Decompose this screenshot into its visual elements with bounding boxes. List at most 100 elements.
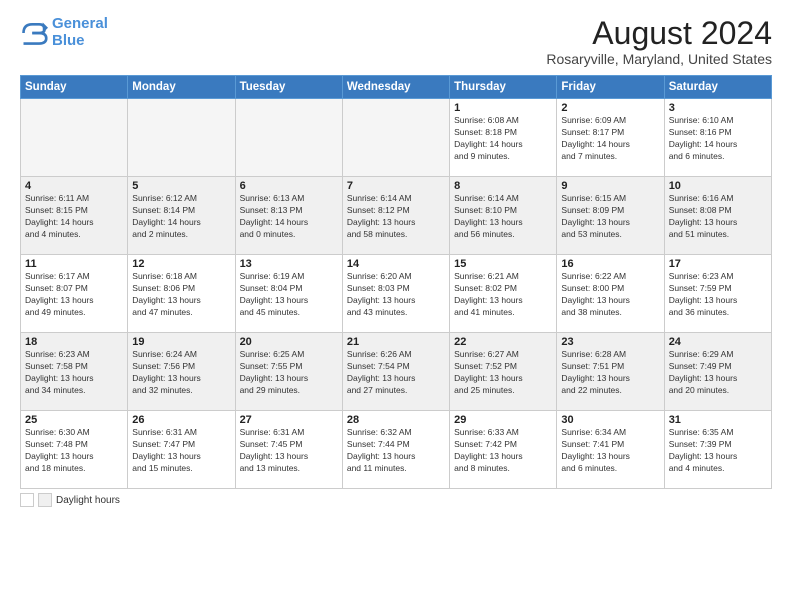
day-info: Sunrise: 6:35 AM Sunset: 7:39 PM Dayligh…: [669, 427, 767, 475]
calendar-cell: 9Sunrise: 6:15 AM Sunset: 8:09 PM Daylig…: [557, 177, 664, 255]
legend-label: Daylight hours: [56, 495, 120, 506]
weekday-header: Thursday: [450, 76, 557, 99]
calendar-cell: 1Sunrise: 6:08 AM Sunset: 8:18 PM Daylig…: [450, 99, 557, 177]
day-number: 18: [25, 336, 123, 348]
day-info: Sunrise: 6:14 AM Sunset: 8:12 PM Dayligh…: [347, 193, 445, 241]
day-number: 22: [454, 336, 552, 348]
day-info: Sunrise: 6:19 AM Sunset: 8:04 PM Dayligh…: [240, 271, 338, 319]
day-number: 1: [454, 102, 552, 114]
day-info: Sunrise: 6:20 AM Sunset: 8:03 PM Dayligh…: [347, 271, 445, 319]
day-number: 17: [669, 258, 767, 270]
logo: General Blue: [20, 16, 108, 49]
weekday-header: Tuesday: [235, 76, 342, 99]
day-number: 19: [132, 336, 230, 348]
footer: Daylight hours: [20, 493, 772, 507]
day-info: Sunrise: 6:31 AM Sunset: 7:47 PM Dayligh…: [132, 427, 230, 475]
day-number: 24: [669, 336, 767, 348]
day-number: 20: [240, 336, 338, 348]
day-number: 29: [454, 414, 552, 426]
calendar-cell: 24Sunrise: 6:29 AM Sunset: 7:49 PM Dayli…: [664, 333, 771, 411]
calendar-cell: 30Sunrise: 6:34 AM Sunset: 7:41 PM Dayli…: [557, 411, 664, 489]
day-info: Sunrise: 6:08 AM Sunset: 8:18 PM Dayligh…: [454, 115, 552, 163]
day-info: Sunrise: 6:21 AM Sunset: 8:02 PM Dayligh…: [454, 271, 552, 319]
day-info: Sunrise: 6:30 AM Sunset: 7:48 PM Dayligh…: [25, 427, 123, 475]
day-info: Sunrise: 6:23 AM Sunset: 7:59 PM Dayligh…: [669, 271, 767, 319]
calendar-cell: 23Sunrise: 6:28 AM Sunset: 7:51 PM Dayli…: [557, 333, 664, 411]
calendar-cell: 3Sunrise: 6:10 AM Sunset: 8:16 PM Daylig…: [664, 99, 771, 177]
calendar-cell: 22Sunrise: 6:27 AM Sunset: 7:52 PM Dayli…: [450, 333, 557, 411]
day-number: 27: [240, 414, 338, 426]
calendar-cell: 11Sunrise: 6:17 AM Sunset: 8:07 PM Dayli…: [21, 255, 128, 333]
calendar-week-row: 18Sunrise: 6:23 AM Sunset: 7:58 PM Dayli…: [21, 333, 772, 411]
weekday-header-row: SundayMondayTuesdayWednesdayThursdayFrid…: [21, 76, 772, 99]
calendar-cell: 18Sunrise: 6:23 AM Sunset: 7:58 PM Dayli…: [21, 333, 128, 411]
day-info: Sunrise: 6:32 AM Sunset: 7:44 PM Dayligh…: [347, 427, 445, 475]
day-number: 15: [454, 258, 552, 270]
logo-line2: Blue: [52, 32, 85, 49]
day-number: 11: [25, 258, 123, 270]
day-info: Sunrise: 6:17 AM Sunset: 8:07 PM Dayligh…: [25, 271, 123, 319]
legend-box-light: [20, 493, 34, 507]
day-number: 13: [240, 258, 338, 270]
day-number: 23: [561, 336, 659, 348]
calendar-week-row: 25Sunrise: 6:30 AM Sunset: 7:48 PM Dayli…: [21, 411, 772, 489]
logo-line1: General: [52, 15, 108, 32]
day-info: Sunrise: 6:11 AM Sunset: 8:15 PM Dayligh…: [25, 193, 123, 241]
calendar-cell: 14Sunrise: 6:20 AM Sunset: 8:03 PM Dayli…: [342, 255, 449, 333]
weekday-header: Monday: [128, 76, 235, 99]
calendar-cell: [128, 99, 235, 177]
logo-icon: [20, 19, 48, 47]
day-number: 28: [347, 414, 445, 426]
day-number: 4: [25, 180, 123, 192]
calendar-cell: 4Sunrise: 6:11 AM Sunset: 8:15 PM Daylig…: [21, 177, 128, 255]
legend-item: Daylight hours: [20, 493, 120, 507]
header: General Blue August 2024 Rosaryville, Ma…: [20, 16, 772, 67]
calendar-cell: 29Sunrise: 6:33 AM Sunset: 7:42 PM Dayli…: [450, 411, 557, 489]
calendar-cell: 10Sunrise: 6:16 AM Sunset: 8:08 PM Dayli…: [664, 177, 771, 255]
main-title: August 2024: [546, 16, 772, 51]
day-number: 3: [669, 102, 767, 114]
day-info: Sunrise: 6:27 AM Sunset: 7:52 PM Dayligh…: [454, 349, 552, 397]
calendar-cell: 25Sunrise: 6:30 AM Sunset: 7:48 PM Dayli…: [21, 411, 128, 489]
day-number: 14: [347, 258, 445, 270]
calendar-cell: 6Sunrise: 6:13 AM Sunset: 8:13 PM Daylig…: [235, 177, 342, 255]
day-info: Sunrise: 6:25 AM Sunset: 7:55 PM Dayligh…: [240, 349, 338, 397]
day-info: Sunrise: 6:23 AM Sunset: 7:58 PM Dayligh…: [25, 349, 123, 397]
calendar-cell: 20Sunrise: 6:25 AM Sunset: 7:55 PM Dayli…: [235, 333, 342, 411]
day-number: 25: [25, 414, 123, 426]
day-number: 10: [669, 180, 767, 192]
day-info: Sunrise: 6:29 AM Sunset: 7:49 PM Dayligh…: [669, 349, 767, 397]
calendar-cell: 7Sunrise: 6:14 AM Sunset: 8:12 PM Daylig…: [342, 177, 449, 255]
title-block: August 2024 Rosaryville, Maryland, Unite…: [546, 16, 772, 67]
day-number: 7: [347, 180, 445, 192]
calendar-cell: 15Sunrise: 6:21 AM Sunset: 8:02 PM Dayli…: [450, 255, 557, 333]
calendar-cell: 12Sunrise: 6:18 AM Sunset: 8:06 PM Dayli…: [128, 255, 235, 333]
calendar-cell: 2Sunrise: 6:09 AM Sunset: 8:17 PM Daylig…: [557, 99, 664, 177]
day-number: 30: [561, 414, 659, 426]
page: General Blue August 2024 Rosaryville, Ma…: [0, 0, 792, 612]
day-info: Sunrise: 6:33 AM Sunset: 7:42 PM Dayligh…: [454, 427, 552, 475]
day-info: Sunrise: 6:24 AM Sunset: 7:56 PM Dayligh…: [132, 349, 230, 397]
calendar-cell: 17Sunrise: 6:23 AM Sunset: 7:59 PM Dayli…: [664, 255, 771, 333]
calendar-cell: 26Sunrise: 6:31 AM Sunset: 7:47 PM Dayli…: [128, 411, 235, 489]
calendar-week-row: 11Sunrise: 6:17 AM Sunset: 8:07 PM Dayli…: [21, 255, 772, 333]
day-number: 5: [132, 180, 230, 192]
day-info: Sunrise: 6:14 AM Sunset: 8:10 PM Dayligh…: [454, 193, 552, 241]
weekday-header: Sunday: [21, 76, 128, 99]
calendar-cell: [235, 99, 342, 177]
weekday-header: Wednesday: [342, 76, 449, 99]
day-number: 6: [240, 180, 338, 192]
subtitle: Rosaryville, Maryland, United States: [546, 51, 772, 67]
day-info: Sunrise: 6:12 AM Sunset: 8:14 PM Dayligh…: [132, 193, 230, 241]
calendar-cell: [21, 99, 128, 177]
day-info: Sunrise: 6:22 AM Sunset: 8:00 PM Dayligh…: [561, 271, 659, 319]
day-number: 9: [561, 180, 659, 192]
day-info: Sunrise: 6:10 AM Sunset: 8:16 PM Dayligh…: [669, 115, 767, 163]
calendar-week-row: 4Sunrise: 6:11 AM Sunset: 8:15 PM Daylig…: [21, 177, 772, 255]
calendar-cell: 31Sunrise: 6:35 AM Sunset: 7:39 PM Dayli…: [664, 411, 771, 489]
day-info: Sunrise: 6:16 AM Sunset: 8:08 PM Dayligh…: [669, 193, 767, 241]
day-number: 8: [454, 180, 552, 192]
calendar-cell: 5Sunrise: 6:12 AM Sunset: 8:14 PM Daylig…: [128, 177, 235, 255]
day-info: Sunrise: 6:31 AM Sunset: 7:45 PM Dayligh…: [240, 427, 338, 475]
calendar-cell: 27Sunrise: 6:31 AM Sunset: 7:45 PM Dayli…: [235, 411, 342, 489]
